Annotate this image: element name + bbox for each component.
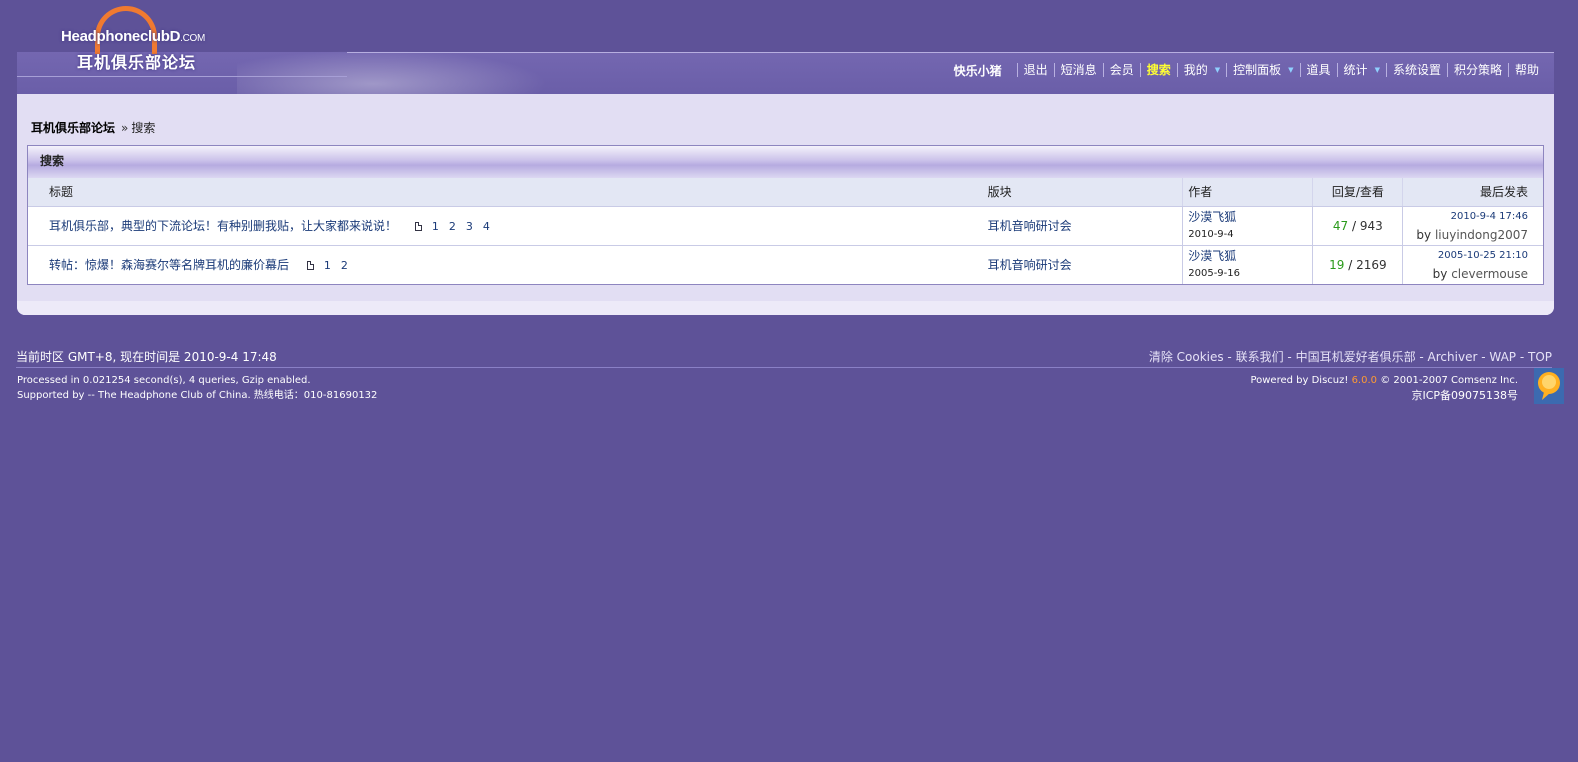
club-link[interactable]: 中国耳机爱好者俱乐部 xyxy=(1296,350,1416,364)
header: HeadphoneclubD.COM 耳机俱乐部论坛 快乐小猪 退出 短消息 会… xyxy=(17,0,1554,94)
main-content: 耳机俱乐部论坛» 搜索 搜索 标题 版块 作者 回复/查看 最后发表 耳机俱乐部，… xyxy=(17,94,1554,315)
processed-info: Processed in 0.021254 second(s), 4 queri… xyxy=(17,375,311,386)
row-replies-views-cell: 19 / 2169 xyxy=(1312,245,1403,284)
dropdown-arrow-icon: ▼ xyxy=(1374,66,1380,75)
forum-link[interactable]: 耳机音响研讨会 xyxy=(988,219,1072,233)
column-header-author: 作者 xyxy=(1182,178,1313,207)
page-link[interactable]: 2 xyxy=(449,220,456,233)
breadcrumb-current: 搜索 xyxy=(131,121,156,135)
footer-info: Processed in 0.021254 second(s), 4 queri… xyxy=(17,373,377,403)
column-header-replies-views: 回复/查看 xyxy=(1312,178,1403,207)
author-date: 2010-9-4 xyxy=(1188,228,1234,240)
search-results-table: 标题 版块 作者 回复/查看 最后发表 耳机俱乐部，典型的下流论坛！有种别删我贴… xyxy=(28,178,1543,284)
thread-link[interactable]: 耳机俱乐部，典型的下流论坛！有种别删我贴，让大家都来说说！ xyxy=(49,219,397,233)
row-author-cell: 沙漠飞狐 2010-9-4 xyxy=(1182,206,1313,246)
row-forum-cell: 耳机音响研讨会 xyxy=(982,206,1183,246)
forum-link[interactable]: 耳机音响研讨会 xyxy=(988,258,1072,272)
column-header-forum: 版块 xyxy=(982,178,1183,207)
last-poster: by liuyindong2007 xyxy=(1416,227,1528,242)
top-nav: 快乐小猪 退出 短消息 会员 搜索 我的 ▼ 控制面板 ▼ 道具 统计 ▼ 系统设置 … xyxy=(954,62,1545,78)
logo-chinese: 耳机俱乐部论坛 xyxy=(77,53,197,72)
row-replies-views-cell: 47 / 943 xyxy=(1312,206,1403,246)
search-results-title: 搜索 xyxy=(28,146,1543,178)
discuz-logo-icon[interactable] xyxy=(1534,368,1564,404)
supported-info: Supported by -- The Headphone Club of Ch… xyxy=(17,390,378,401)
author-link[interactable]: 沙漠飞狐 xyxy=(1188,208,1311,226)
row-last-post-cell: 2005-10-25 21:10 by clevermouse xyxy=(1402,245,1543,284)
nav-my[interactable]: 我的 ▼ xyxy=(1176,62,1226,78)
count-separator: / xyxy=(1348,257,1353,272)
author-date: 2005-9-16 xyxy=(1188,267,1241,279)
page-link[interactable]: 2 xyxy=(341,259,348,272)
breadcrumb: 耳机俱乐部论坛 » 搜索 xyxy=(31,119,155,136)
view-count: 2169 xyxy=(1356,257,1387,272)
last-poster-link[interactable]: clevermouse xyxy=(1451,267,1528,281)
row-forum-cell: 耳机音响研讨会 xyxy=(983,245,1183,284)
page-links: 1234 xyxy=(414,219,490,233)
count-separator: / xyxy=(1352,218,1357,233)
view-count: 943 xyxy=(1359,218,1383,233)
main-content-bottom xyxy=(17,301,1554,315)
nav-settings[interactable]: 系统设置 xyxy=(1385,63,1447,77)
dropdown-arrow-icon: ▼ xyxy=(1288,66,1294,75)
table-header-row: 标题 版块 作者 回复/查看 最后发表 xyxy=(28,178,1543,207)
header-divider xyxy=(347,52,1554,53)
search-results-box: 搜索 标题 版块 作者 回复/查看 最后发表 耳机俱乐部，典型的下流论坛！有种别… xyxy=(27,145,1544,285)
nav-messages[interactable]: 短消息 xyxy=(1053,63,1103,77)
last-poster: by clevermouse xyxy=(1432,266,1528,281)
nav-search[interactable]: 搜索 xyxy=(1139,63,1177,77)
thread-link[interactable]: 转帖：惊爆！森海赛尔等名牌耳机的廉价幕后 xyxy=(49,258,289,272)
header-left-divider xyxy=(17,76,347,77)
last-post-link[interactable]: 2010-9-4 17:46 xyxy=(1404,208,1528,226)
author-link[interactable]: 沙漠飞狐 xyxy=(1188,247,1311,265)
site-logo[interactable]: HeadphoneclubD.COM 耳机俱乐部论坛 xyxy=(61,2,221,72)
table-row: 转帖：惊爆！森海赛尔等名牌耳机的廉价幕后 12 耳机音响研讨会 沙漠飞狐 200… xyxy=(28,245,1543,284)
page-links: 12 xyxy=(306,258,348,272)
powered-by: Powered by Discuz! 6.0.0 © 2001-2007 Com… xyxy=(1250,375,1518,386)
row-last-post-cell: 2010-9-4 17:46 by liuyindong2007 xyxy=(1402,206,1543,246)
contact-link[interactable]: 联系我们 xyxy=(1236,350,1284,364)
footer-powered: Powered by Discuz! 6.0.0 © 2001-2007 Com… xyxy=(1250,373,1518,404)
table-row: 耳机俱乐部，典型的下流论坛！有种别删我贴，让大家都来说说！ 1234 耳机音响研… xyxy=(28,206,1543,246)
reply-count: 19 xyxy=(1329,257,1345,272)
breadcrumb-separator: » xyxy=(121,121,129,135)
page-link[interactable]: 1 xyxy=(432,220,439,233)
dropdown-arrow-icon: ▼ xyxy=(1214,66,1221,75)
nav-tools[interactable]: 道具 xyxy=(1299,63,1337,77)
column-header-subject: 标题 xyxy=(28,178,983,207)
footer-links: 清除 Cookies - 联系我们 - 中国耳机爱好者俱乐部 - Archive… xyxy=(1148,350,1552,364)
wap-link[interactable]: WAP xyxy=(1489,350,1516,364)
multipage-icon xyxy=(306,261,314,271)
nav-logout[interactable]: 退出 xyxy=(1016,63,1054,77)
top-link[interactable]: TOP xyxy=(1528,350,1552,364)
archiver-link[interactable]: Archiver xyxy=(1428,350,1478,364)
icp-link[interactable]: 京ICP备09075138号 xyxy=(1411,389,1518,402)
footer-top: 当前时区 GMT+8, 现在时间是 2010-9-4 17:48 清除 Cook… xyxy=(16,348,1552,368)
breadcrumb-home[interactable]: 耳机俱乐部论坛 xyxy=(31,121,115,135)
page-link[interactable]: 1 xyxy=(324,259,331,272)
reply-count: 47 xyxy=(1332,218,1349,233)
row-subject-cell: 转帖：惊爆！森海赛尔等名牌耳机的廉价幕后 12 xyxy=(28,245,983,284)
logo-english: HeadphoneclubD.COM xyxy=(61,28,206,45)
page-link[interactable]: 3 xyxy=(466,220,473,233)
nav-help[interactable]: 帮助 xyxy=(1507,63,1545,77)
nav-members[interactable]: 会员 xyxy=(1102,63,1140,77)
clear-cookies-link[interactable]: 清除 Cookies xyxy=(1149,350,1224,364)
last-post-link[interactable]: 2005-10-25 21:10 xyxy=(1404,247,1528,265)
last-poster-link[interactable]: liuyindong2007 xyxy=(1435,228,1528,242)
nav-control-panel[interactable]: 控制面板 ▼ xyxy=(1226,62,1299,78)
nav-stats[interactable]: 统计 ▼ xyxy=(1336,62,1386,78)
page-link[interactable]: 4 xyxy=(483,220,490,233)
multipage-icon xyxy=(414,222,422,231)
row-subject-cell: 耳机俱乐部，典型的下流论坛！有种别删我贴，让大家都来说说！ 1234 xyxy=(28,206,983,246)
row-author-cell: 沙漠飞狐 2005-9-16 xyxy=(1182,245,1313,284)
timezone-info: 当前时区 GMT+8, 现在时间是 2010-9-4 17:48 xyxy=(16,350,277,364)
username-link[interactable]: 快乐小猪 xyxy=(954,62,1002,79)
column-header-last-post: 最后发表 xyxy=(1402,178,1543,207)
nav-credits[interactable]: 积分策略 xyxy=(1446,63,1508,77)
